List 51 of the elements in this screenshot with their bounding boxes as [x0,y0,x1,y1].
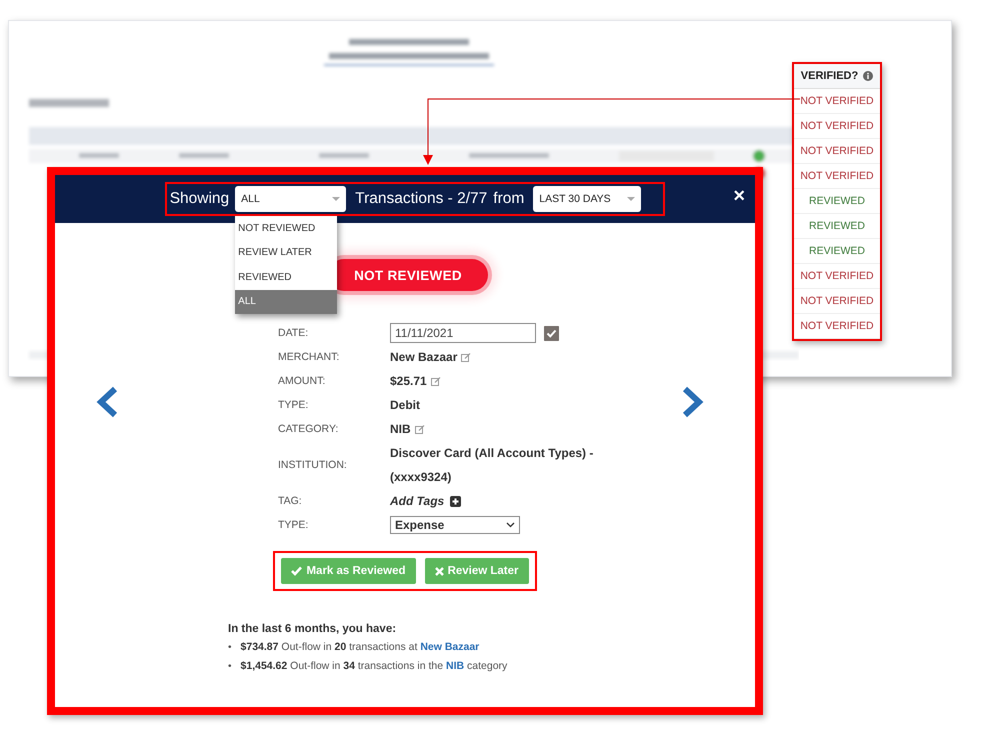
verification-status: NOT VERIFIED [800,120,874,132]
checkbox[interactable] [544,326,559,340]
type-select[interactable]: Expense [390,516,520,534]
summary-link[interactable]: NIB [446,660,464,672]
verification-status: NOT VERIFIED [800,95,874,107]
info-icon [863,71,874,81]
edit-icon[interactable] [461,352,472,362]
plus-icon[interactable] [450,496,462,506]
showing-label: Showing [170,190,230,208]
verification-status: REVIEWED [808,245,865,257]
summary-item: $1,454.62 Out-flow in 34 transactions in the NIB category [240,659,508,674]
filter-select[interactable]: ALL [235,186,346,212]
edit-icon[interactable] [414,424,425,434]
field-label: INSTITUTION: [278,458,348,473]
field-value: $25.71 [390,373,427,390]
verification-status: NOT VERIFIED [800,145,874,157]
verification-status: NOT VERIFIED [800,320,874,332]
close-button[interactable]: × [733,186,745,206]
verification-status: NOT VERIFIED [800,270,874,282]
cross-icon [434,566,444,576]
field-label: MERCHANT: [278,350,340,365]
list-bullet: • [228,660,232,674]
from-label: from [493,190,524,208]
field-label: TAG: [278,494,303,509]
chevron-down-icon [506,522,515,528]
verification-status: REVIEWED [808,195,865,207]
dropdown-option[interactable]: NOT REVIEWED [235,216,338,240]
summary-heading: In the last 6 months, you have: [228,623,398,635]
field-label: TYPE: [278,398,310,413]
date-field[interactable]: 11/11/2021 [390,323,536,343]
check-icon [291,566,302,576]
field-value: NIB [390,421,411,438]
date-range-select[interactable]: LAST 30 DAYS [533,186,642,212]
field-label: CATEGORY: [278,422,340,437]
column-header: VERIFIED? [800,70,858,82]
transactions-count: Transactions - 2/77 [355,190,488,208]
field-value: Discover Card (All Account Types) - (xxxx9324) [390,445,594,486]
verification-status: REVIEWED [808,220,865,232]
field-label: DATE: [278,326,310,341]
edit-icon[interactable] [430,376,441,386]
dropdown-option[interactable]: ALL [235,290,338,314]
field-value: Debit [390,397,420,414]
summary-item: $734.87 Out-flow in 20 transactions at New Bazaar [240,640,480,655]
field-label: AMOUNT: [278,374,326,389]
verification-status: NOT VERIFIED [800,295,874,307]
summary-link[interactable]: New Bazaar [420,641,480,653]
field-label: TYPE: [278,518,310,533]
field-value: New Bazaar [390,349,458,366]
verification-status: NOT VERIFIED [800,170,874,182]
list-bullet: • [228,641,232,655]
add-tags-link[interactable]: Add Tags [390,489,444,513]
